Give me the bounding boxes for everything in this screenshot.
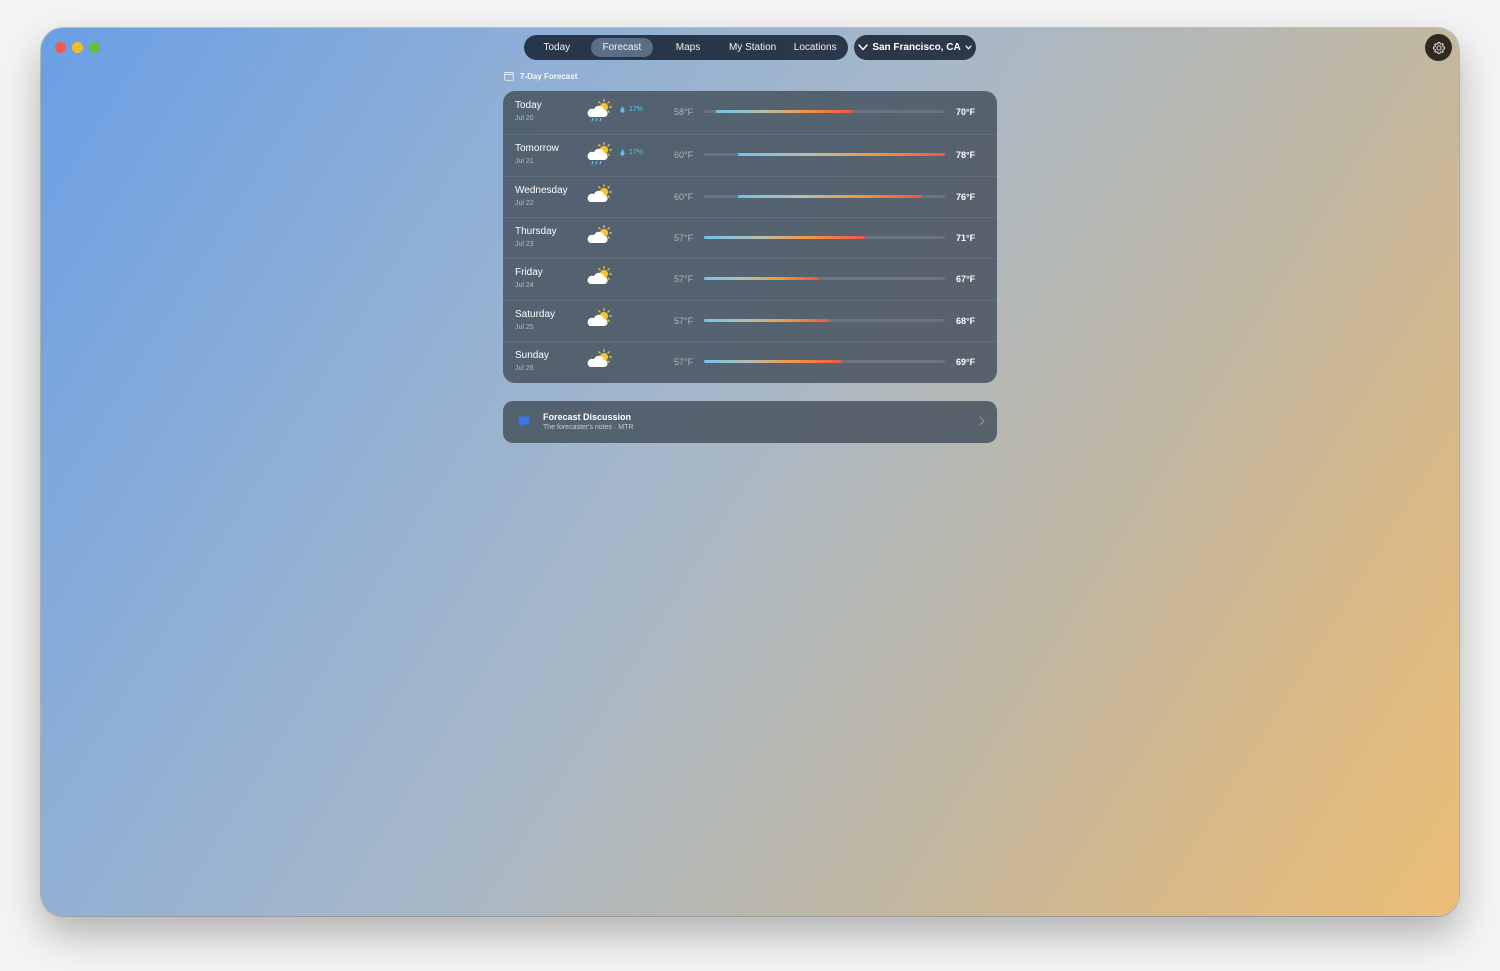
close-window-button[interactable] bbox=[55, 42, 66, 53]
chevron-down-icon bbox=[858, 44, 869, 51]
temp-range-bar bbox=[704, 277, 945, 280]
temp-range-fill bbox=[704, 236, 865, 239]
chevron-right-icon bbox=[979, 416, 985, 426]
discussion-title: Forecast Discussion bbox=[543, 412, 632, 422]
forecast-day-name: Tomorrow bbox=[515, 143, 559, 154]
partly-cloudy-icon bbox=[585, 348, 613, 378]
tab-my-station[interactable]: My Station bbox=[723, 38, 783, 57]
temp-range-bar bbox=[704, 360, 945, 363]
location-label: San Francisco, CA bbox=[872, 42, 961, 53]
forecast-section-title: 7-Day Forecast bbox=[520, 71, 578, 81]
forecast-day-name: Friday bbox=[515, 267, 543, 278]
temp-range-fill bbox=[738, 195, 922, 198]
forecast-row[interactable]: Wednesday Jul 22 60°F 76°F bbox=[503, 176, 997, 217]
temp-range-fill bbox=[704, 319, 831, 322]
raindrop-icon bbox=[620, 106, 625, 113]
temp-range-bar bbox=[704, 236, 945, 239]
forecast-day-date: Jul 21 bbox=[515, 158, 534, 165]
low-temp: 60°F bbox=[674, 150, 694, 160]
calendar-icon bbox=[504, 72, 514, 81]
tab-locations[interactable]: Locations bbox=[785, 38, 845, 57]
discussion-subtitle: The forecaster's notes · MTR bbox=[543, 424, 634, 431]
tab-today[interactable]: Today bbox=[527, 38, 587, 57]
tab-forecast[interactable]: Forecast bbox=[590, 38, 654, 57]
low-temp: 57°F bbox=[674, 357, 694, 367]
forecast-day-date: Jul 26 bbox=[515, 365, 534, 372]
dropdown-chevron-icon bbox=[965, 45, 972, 50]
partly-cloudy-icon bbox=[585, 307, 613, 337]
low-temp: 60°F bbox=[674, 192, 694, 202]
forecast-day-date: Jul 22 bbox=[515, 200, 534, 207]
forecast-day-name: Saturday bbox=[515, 309, 556, 320]
forecast-day-name: Thursday bbox=[515, 226, 557, 237]
forecast-day-name: Wednesday bbox=[515, 185, 568, 196]
precip-chance: 17% bbox=[620, 106, 643, 113]
raindrop-icon bbox=[620, 149, 625, 156]
partly-cloudy-icon bbox=[585, 265, 613, 295]
temp-range-fill bbox=[715, 110, 854, 113]
forecast-day-date: Jul 23 bbox=[515, 241, 534, 248]
forecast-row[interactable]: Friday Jul 24 57°F 67°F bbox=[503, 258, 997, 299]
temp-range-bar bbox=[704, 153, 945, 156]
high-temp: 67°F bbox=[956, 274, 976, 284]
high-temp: 71°F bbox=[956, 233, 976, 243]
precip-value: 17% bbox=[629, 106, 644, 113]
temp-range-bar bbox=[704, 110, 945, 113]
temp-range-bar bbox=[704, 319, 945, 322]
forecast-row[interactable]: Tomorrow Jul 21 17% 60°F 78°F bbox=[503, 134, 997, 175]
low-temp: 57°F bbox=[674, 274, 694, 284]
partly-cloudy-icon bbox=[585, 183, 613, 213]
forecast-row[interactable]: Thursday Jul 23 57°F 71°F bbox=[503, 217, 997, 258]
low-temp: 58°F bbox=[674, 107, 694, 117]
forecast-day-date: Jul 20 bbox=[515, 115, 534, 122]
forecast-section-header: 7-Day Forecast bbox=[504, 71, 577, 81]
nav-tabs: Today Forecast Maps My Station Locations bbox=[524, 35, 848, 60]
high-temp: 78°F bbox=[956, 150, 976, 160]
gear-icon bbox=[1432, 41, 1445, 54]
forecast-day-date: Jul 24 bbox=[515, 282, 534, 289]
window-controls bbox=[55, 42, 100, 53]
seven-day-forecast-card: Today Jul 20 17% 58°F 70°F Tomorrow Jul … bbox=[503, 91, 997, 383]
location-selector[interactable]: San Francisco, CA bbox=[854, 35, 976, 60]
partly-cloudy-icon bbox=[585, 224, 613, 254]
tab-maps[interactable]: Maps bbox=[658, 38, 718, 57]
forecast-day-name: Sunday bbox=[515, 350, 549, 361]
forecast-day-date: Jul 25 bbox=[515, 324, 534, 331]
forecast-day-name: Today bbox=[515, 100, 542, 111]
settings-button[interactable] bbox=[1425, 34, 1452, 61]
zoom-window-button[interactable] bbox=[89, 42, 100, 53]
high-temp: 68°F bbox=[956, 316, 976, 326]
chat-bubble-icon bbox=[518, 416, 530, 427]
temp-range-fill bbox=[704, 360, 842, 363]
temp-range-fill bbox=[704, 277, 819, 280]
partly-cloudy-rain-icon bbox=[585, 98, 613, 128]
forecast-row[interactable]: Sunday Jul 26 57°F 69°F bbox=[503, 341, 997, 382]
low-temp: 57°F bbox=[674, 233, 694, 243]
partly-cloudy-rain-icon bbox=[585, 141, 613, 171]
forecast-row[interactable]: Saturday Jul 25 57°F 68°F bbox=[503, 300, 997, 341]
temp-range-fill bbox=[738, 153, 945, 156]
minimize-window-button[interactable] bbox=[72, 42, 83, 53]
forecast-row[interactable]: Today Jul 20 17% 58°F 70°F bbox=[503, 91, 997, 132]
precip-chance: 17% bbox=[620, 149, 643, 156]
forecast-discussion-card[interactable]: Forecast Discussion The forecaster's not… bbox=[503, 401, 997, 443]
high-temp: 70°F bbox=[956, 107, 976, 117]
precip-value: 17% bbox=[629, 149, 644, 156]
temp-range-bar bbox=[704, 195, 945, 198]
app-window: Today Forecast Maps My Station Locations… bbox=[41, 28, 1459, 916]
high-temp: 76°F bbox=[956, 192, 976, 202]
high-temp: 69°F bbox=[956, 357, 976, 367]
low-temp: 57°F bbox=[674, 316, 694, 326]
